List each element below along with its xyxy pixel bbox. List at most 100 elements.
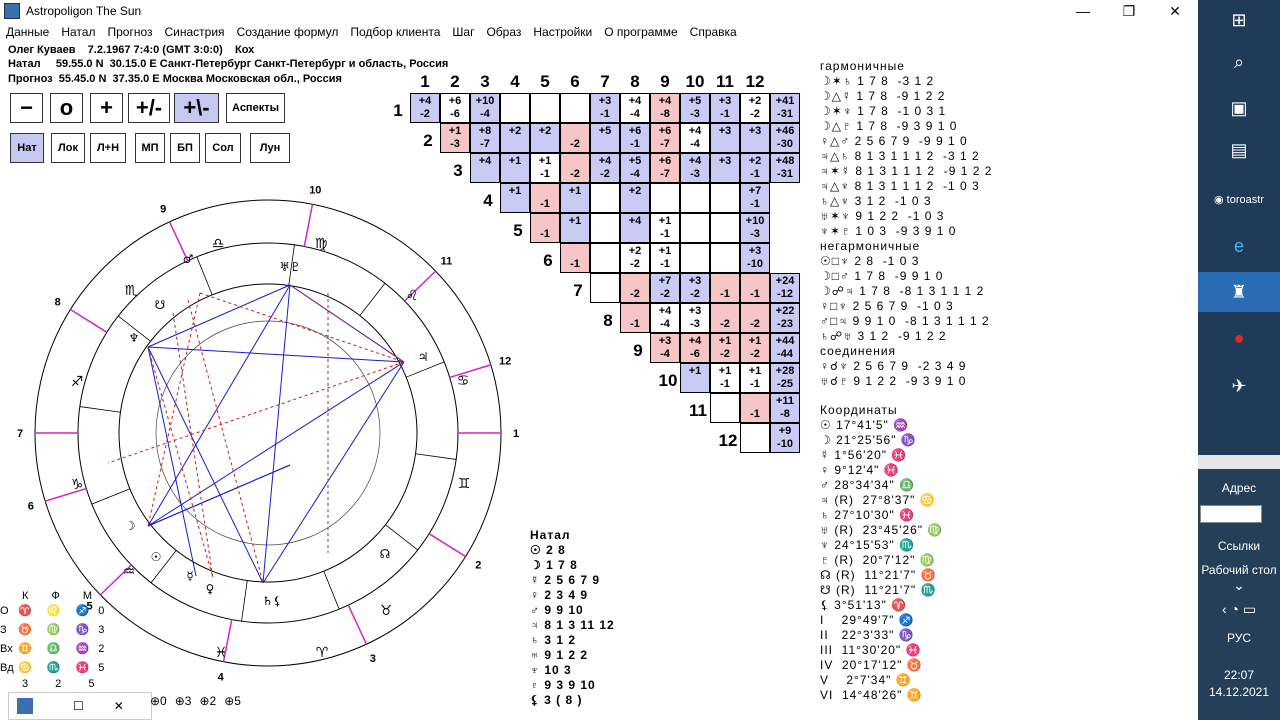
search-icon[interactable]: ⌕ bbox=[1198, 42, 1280, 82]
leo-icon: ♌ bbox=[406, 288, 419, 304]
grid-cell: +3 -4 bbox=[650, 333, 680, 363]
neptune-icon: ♆ bbox=[129, 331, 140, 345]
mode-button-2[interactable]: Л+Н bbox=[90, 133, 126, 163]
grid-cell: +28 -25 bbox=[770, 363, 800, 393]
aspect-line: ☽☍♃ 1 7 8 -8 1 3 1 1 1 2 bbox=[820, 284, 985, 298]
legend-footer: 3 2 5 bbox=[22, 678, 107, 690]
venus-icon: ♀ bbox=[206, 582, 215, 596]
astropoligon-icon[interactable]: ♜ bbox=[1198, 272, 1280, 312]
toolbar-button-2[interactable]: + bbox=[90, 93, 123, 123]
edge-icon[interactable]: e bbox=[1198, 226, 1280, 266]
natal-title: Натал bbox=[530, 528, 571, 542]
grid-cell: +44 -44 bbox=[770, 333, 800, 363]
app-icon-2[interactable]: ▤ bbox=[1198, 130, 1280, 170]
menu-item-2[interactable]: Прогноз bbox=[101, 23, 158, 43]
menu-item-5[interactable]: Подбор клиента bbox=[344, 23, 446, 43]
coordinates-title: Координаты bbox=[820, 403, 898, 417]
close-button[interactable]: ✕ bbox=[1152, 0, 1198, 22]
minimized-window[interactable]: ☐ ✕ bbox=[8, 692, 152, 720]
nonharmonious-title: негармоничные bbox=[820, 239, 921, 253]
language-indicator[interactable]: РУС bbox=[1198, 631, 1280, 645]
coordinate-line: IV 20°17'12" ♉ bbox=[820, 658, 923, 672]
menu-item-7[interactable]: Образ bbox=[480, 23, 527, 43]
grid-cell: -2 bbox=[560, 153, 590, 183]
mode-button-1[interactable]: Лок bbox=[51, 133, 85, 163]
natal-line: ♂ 9 9 10 bbox=[530, 603, 584, 617]
menu-item-10[interactable]: Справка bbox=[684, 23, 743, 43]
restore-button[interactable]: ❐ bbox=[1106, 0, 1152, 22]
coordinate-line: ☋ (R) 11°21'7" ♏ bbox=[820, 583, 937, 597]
windows-icon[interactable]: ⊞ bbox=[1198, 0, 1280, 40]
desktop-label[interactable]: Рабочий стол bbox=[1198, 563, 1280, 577]
menu-item-4[interactable]: Создание формул bbox=[231, 23, 345, 43]
coordinate-line: ♅ (R) 23°45'26" ♍ bbox=[820, 523, 944, 537]
grid-cell: +11 -8 bbox=[770, 393, 800, 423]
house-number: 8 bbox=[55, 297, 61, 309]
toolbar-button-1[interactable]: o bbox=[50, 93, 83, 123]
clock-time[interactable]: 22:07 bbox=[1198, 668, 1280, 682]
grid-cell: +3 -10 bbox=[740, 243, 770, 273]
camera-icon[interactable]: ◉ toroastr bbox=[1198, 180, 1280, 220]
grid-cell: +46 -30 bbox=[770, 123, 800, 153]
row-header: 10 bbox=[658, 371, 678, 390]
aspect-line: ☽✶♄ 1 7 8 -3 1 2 bbox=[820, 74, 935, 88]
menu-item-8[interactable]: Настройки bbox=[527, 23, 598, 43]
restore-icon[interactable]: ☐ bbox=[73, 699, 84, 713]
toolbar-button-3[interactable]: +/- bbox=[128, 93, 170, 123]
menu-item-0[interactable]: Данные bbox=[0, 23, 55, 43]
grid-cell: -1 bbox=[740, 273, 770, 303]
libra-icon: ♎ bbox=[212, 236, 225, 252]
grid-cell: +4 -4 bbox=[680, 123, 710, 153]
toolbar-button-0[interactable]: − bbox=[10, 93, 43, 123]
mode-button-4[interactable]: БП bbox=[170, 133, 200, 163]
col-header: 8 bbox=[630, 72, 640, 91]
grid-cell: +6 -6 bbox=[440, 93, 470, 123]
house-number: 1 bbox=[513, 428, 519, 440]
grid-cell: +1 -2 bbox=[710, 333, 740, 363]
mercury-icon: ☿ bbox=[186, 569, 193, 583]
grid-cell: +10 -3 bbox=[740, 213, 770, 243]
toolbar-button-5[interactable]: Аспекты bbox=[226, 93, 285, 123]
grid-cell: -2 bbox=[620, 273, 650, 303]
aspect-line: ☽△♇ 1 7 8 -9 3 9 1 0 bbox=[820, 119, 958, 133]
grid-cell: +1 -1 bbox=[710, 363, 740, 393]
col-header: 10 bbox=[685, 72, 705, 91]
address-input[interactable] bbox=[1200, 505, 1262, 523]
chevron-down-icon[interactable]: ⌄ bbox=[1198, 577, 1280, 594]
grid-cell: +1 bbox=[500, 183, 530, 213]
grid-cell: -1 bbox=[560, 243, 590, 273]
app-icon-1[interactable]: ▣ bbox=[1198, 88, 1280, 128]
yandex-icon[interactable]: ● bbox=[1198, 318, 1280, 358]
grid-cell: +48 -31 bbox=[770, 153, 800, 183]
grid-cell: +2 bbox=[530, 123, 560, 153]
tray-icons[interactable]: ‹ ◔ ▭ bbox=[1198, 601, 1280, 618]
grid-cell: +2 -2 bbox=[620, 243, 650, 273]
links-label[interactable]: Ссылки bbox=[1198, 539, 1280, 553]
mode-button-0[interactable]: Нат bbox=[10, 133, 44, 163]
grid-cell: +3 -2 bbox=[680, 273, 710, 303]
grid-cell bbox=[710, 393, 740, 423]
north-node-icon: ☊ bbox=[380, 547, 391, 561]
clock-date[interactable]: 14.12.2021 bbox=[1198, 685, 1280, 699]
pisces-icon: ♓ bbox=[215, 645, 228, 661]
coordinate-line: III 11°30'20" ♓ bbox=[820, 643, 922, 657]
grid-cell: +4 bbox=[470, 153, 500, 183]
menu-item-1[interactable]: Натал bbox=[55, 23, 101, 43]
mode-button-3[interactable]: МП bbox=[135, 133, 165, 163]
close-icon[interactable]: ✕ bbox=[114, 699, 124, 713]
mode-button-5[interactable]: Сол bbox=[205, 133, 241, 163]
horizontal-scrollbar[interactable] bbox=[1198, 455, 1280, 469]
mode-button-6[interactable]: Лун bbox=[250, 133, 290, 163]
toolbar-button-4[interactable]: +\- bbox=[174, 93, 219, 123]
menu-item-3[interactable]: Синастрия bbox=[159, 23, 231, 43]
aspect-line: ♃△♄ 8 1 3 1 1 1 2 -3 1 2 bbox=[820, 149, 980, 163]
menu-item-6[interactable]: Шаг bbox=[446, 23, 480, 43]
grid-cell: +4 -8 bbox=[650, 93, 680, 123]
minimize-button[interactable]: — bbox=[1060, 0, 1106, 22]
saturn-chiron-icon: ♄⚸ bbox=[262, 594, 282, 608]
toroastr-label: toroastr bbox=[1226, 194, 1264, 206]
south-node-icon: ☋ bbox=[155, 298, 166, 312]
grid-cell: -2 bbox=[740, 303, 770, 333]
menu-item-9[interactable]: О программе bbox=[598, 23, 683, 43]
airplane-icon[interactable]: ✈ bbox=[1198, 366, 1280, 406]
